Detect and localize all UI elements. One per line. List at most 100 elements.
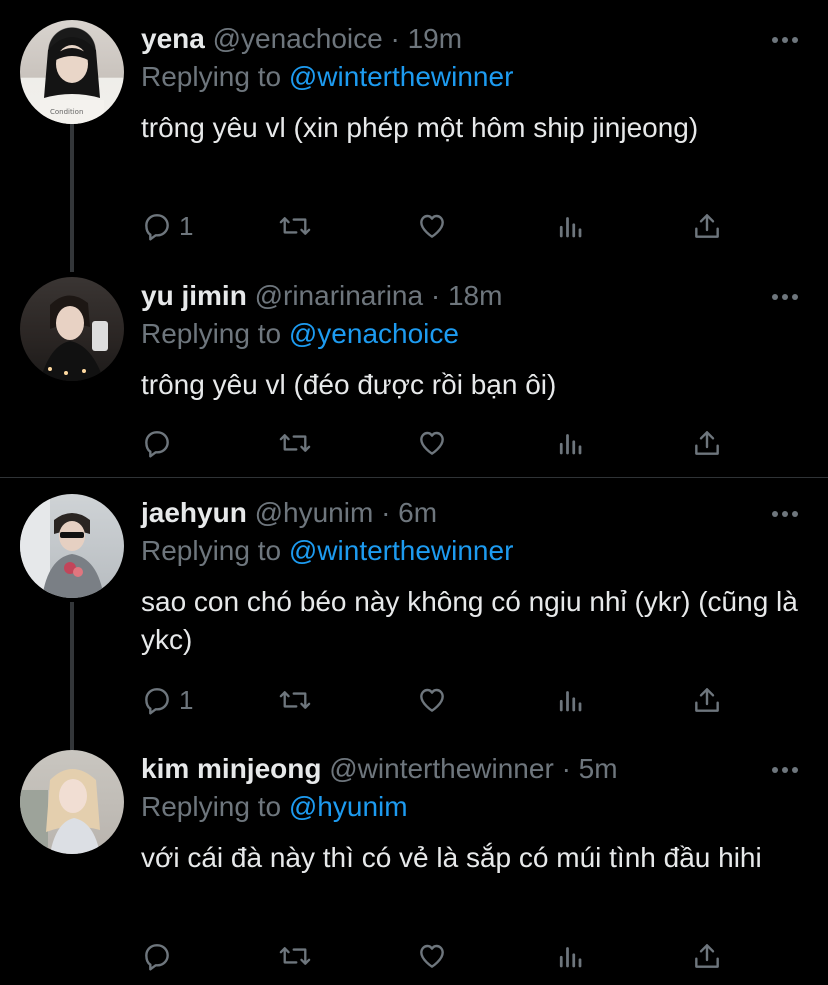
- reply-button[interactable]: 1: [141, 682, 193, 718]
- share-button[interactable]: [691, 208, 723, 244]
- avatar[interactable]: [20, 277, 124, 381]
- thread-line: [70, 602, 74, 750]
- more-icon[interactable]: [770, 35, 800, 45]
- like-button[interactable]: [415, 208, 449, 244]
- analytics-icon: [559, 691, 582, 712]
- replying-to-label: Replying to: [141, 535, 282, 566]
- reply-button[interactable]: [141, 425, 179, 461]
- reply-tweet[interactable]: Condition yena @yenachoice · 19m Replyin…: [0, 0, 828, 272]
- timestamp[interactable]: 19m: [408, 23, 462, 54]
- thread-line: [70, 124, 74, 272]
- more-icon[interactable]: [770, 292, 800, 302]
- like-icon: [420, 944, 444, 968]
- retweet-icon: [279, 434, 311, 452]
- retweet-icon: [279, 691, 311, 709]
- analytics-button[interactable]: [555, 425, 585, 461]
- avatar-image: Condition: [40, 37, 104, 124]
- timestamp[interactable]: 5m: [579, 753, 618, 784]
- display-name[interactable]: yu jimin: [141, 280, 247, 311]
- tweet-text: trông yêu vl (đéo được rồi bạn ôi): [141, 369, 557, 400]
- replying-to-label: Replying to: [141, 791, 282, 822]
- reply-icon: [145, 431, 169, 458]
- separator-dot: ·: [430, 280, 441, 311]
- user-handle[interactable]: @hyunim: [255, 497, 374, 528]
- share-icon: [695, 688, 719, 712]
- avatar[interactable]: [20, 750, 124, 854]
- reply-button[interactable]: [141, 938, 179, 974]
- share-icon: [695, 214, 719, 238]
- retweet-icon: [279, 947, 311, 965]
- like-button[interactable]: [415, 682, 449, 718]
- mention-link[interactable]: @hyunim: [289, 791, 408, 822]
- more-icon[interactable]: [770, 765, 800, 775]
- separator-dot: ·: [390, 23, 400, 54]
- retweet-button[interactable]: [277, 425, 313, 461]
- retweet-button[interactable]: [277, 208, 313, 244]
- more-icon[interactable]: [770, 509, 800, 519]
- display-name[interactable]: yena: [141, 23, 205, 54]
- separator-dot: ·: [561, 753, 571, 784]
- replying-to: Replying to @hyunim: [141, 790, 408, 824]
- analytics-button[interactable]: [555, 682, 585, 718]
- reply-count: 1: [179, 684, 194, 715]
- mention-link[interactable]: @yenachoice: [289, 318, 459, 349]
- replying-to-label: Replying to: [141, 61, 282, 92]
- action-bar: 1: [141, 682, 741, 718]
- mention-link[interactable]: @winterthewinner: [289, 535, 514, 566]
- reply-tweet[interactable]: yu jimin @rinarinarina · 18m Replying to…: [0, 257, 828, 477]
- like-button[interactable]: [415, 425, 449, 461]
- like-icon: [420, 688, 444, 712]
- like-icon: [420, 431, 444, 455]
- action-bar: 1: [141, 208, 741, 244]
- replying-to: Replying to @winterthewinner: [141, 534, 513, 568]
- user-handle[interactable]: @yenachoice: [213, 23, 383, 54]
- avatar[interactable]: [20, 494, 124, 598]
- tweet-text: với cái đà này thì có vẻ là sắp có múi t…: [141, 842, 762, 873]
- like-button[interactable]: [415, 938, 449, 974]
- reply-tweet[interactable]: jaehyun @hyunim · 6m Replying to @winter…: [0, 478, 828, 750]
- share-button[interactable]: [691, 425, 723, 461]
- separator-dot: ·: [381, 497, 391, 528]
- like-icon: [420, 214, 444, 238]
- retweet-button[interactable]: [277, 938, 313, 974]
- share-icon: [695, 944, 719, 968]
- tweet-header: kim minjeong @winterthewinner · 5m: [141, 752, 618, 786]
- share-button[interactable]: [691, 682, 723, 718]
- analytics-button[interactable]: [555, 208, 585, 244]
- analytics-icon: [559, 217, 582, 238]
- tweet-text: sao con chó béo này không có ngiu nhỉ (y…: [141, 586, 798, 655]
- reply-button[interactable]: 1: [141, 208, 193, 244]
- svg-text:Condition: Condition: [50, 108, 83, 116]
- share-button[interactable]: [691, 938, 723, 974]
- replying-to-label: Replying to: [141, 318, 282, 349]
- reply-icon: [145, 944, 169, 971]
- avatar-image: [40, 295, 108, 381]
- reply-icon: [145, 688, 169, 715]
- replying-to: Replying to @yenachoice: [141, 317, 459, 351]
- reply-tweet[interactable]: kim minjeong @winterthewinner · 5m Reply…: [0, 734, 828, 985]
- timestamp[interactable]: 18m: [448, 280, 502, 311]
- retweet-button[interactable]: [277, 682, 313, 718]
- timestamp[interactable]: 6m: [398, 497, 437, 528]
- reply-count: 1: [179, 210, 194, 241]
- analytics-icon: [559, 947, 582, 968]
- display-name[interactable]: jaehyun: [141, 497, 247, 528]
- tweet-header: jaehyun @hyunim · 6m: [141, 496, 437, 530]
- mention-link[interactable]: @winterthewinner: [289, 61, 514, 92]
- retweet-icon: [279, 217, 311, 235]
- avatar-image: [20, 494, 104, 598]
- tweet-header: yu jimin @rinarinarina · 18m: [141, 279, 502, 313]
- tweet-header: yena @yenachoice · 19m: [141, 22, 462, 56]
- user-handle[interactable]: @rinarinarina: [255, 280, 424, 311]
- display-name[interactable]: kim minjeong: [141, 753, 321, 784]
- replying-to: Replying to @winterthewinner: [141, 60, 513, 94]
- action-bar: [141, 938, 741, 974]
- user-handle[interactable]: @winterthewinner: [329, 753, 554, 784]
- analytics-button[interactable]: [555, 938, 585, 974]
- action-bar: [141, 425, 741, 461]
- analytics-icon: [559, 434, 582, 455]
- tweet-text: trông yêu vl (xin phép một hôm ship jinj…: [141, 112, 699, 143]
- share-icon: [695, 431, 719, 455]
- avatar[interactable]: Condition: [20, 20, 124, 124]
- avatar-image: [20, 769, 100, 854]
